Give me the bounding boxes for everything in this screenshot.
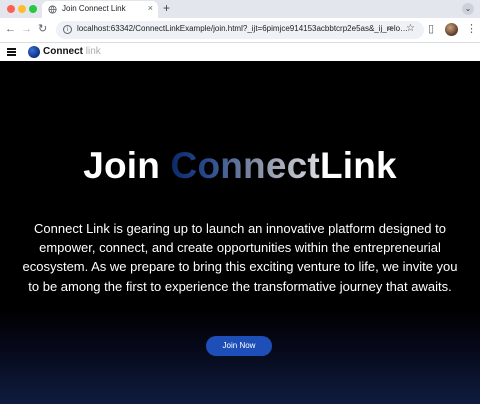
- page-title: Join ConnectLink: [0, 145, 480, 187]
- title-tail: Link: [319, 145, 397, 186]
- new-tab-button[interactable]: +: [163, 1, 170, 15]
- reload-icon[interactable]: ↻: [38, 22, 47, 36]
- logo-secondary-text: link: [85, 46, 101, 57]
- star-icon[interactable]: ☆: [406, 23, 415, 34]
- browser-toolbar: ← → ↻ i localhost:63342/ConnectLinkExamp…: [0, 18, 480, 42]
- browser-tab[interactable]: Join Connect Link ×: [42, 1, 158, 18]
- browser-tab-strip: Join Connect Link × + ⌄: [0, 0, 480, 18]
- profile-avatar[interactable]: [445, 23, 458, 36]
- minimize-window-button[interactable]: [18, 5, 26, 13]
- url-text[interactable]: localhost:63342/ConnectLinkExample/join.…: [77, 24, 408, 33]
- hamburger-menu-icon[interactable]: [7, 48, 16, 56]
- forward-icon[interactable]: →: [21, 22, 32, 36]
- zoom-icon[interactable]: ⌕: [387, 23, 393, 34]
- hero-description: Connect Link is gearing up to launch an …: [22, 221, 458, 294]
- site-logo[interactable]: Connect link: [43, 46, 101, 57]
- info-icon[interactable]: i: [63, 25, 72, 34]
- title-accent: Connect: [170, 145, 320, 186]
- address-bar[interactable]: i localhost:63342/ConnectLinkExample/joi…: [56, 21, 424, 39]
- site-navbar: Connect link: [0, 42, 480, 61]
- tab-close-icon[interactable]: ×: [148, 3, 153, 13]
- join-now-button[interactable]: Join Now: [206, 336, 272, 356]
- chevron-down-icon[interactable]: ⌄: [462, 3, 474, 15]
- maximize-window-button[interactable]: [29, 5, 37, 13]
- tab-title: Join Connect Link: [62, 4, 126, 13]
- sidebar-icon[interactable]: ▯: [428, 22, 434, 36]
- kebab-menu-icon[interactable]: ⋮: [466, 22, 477, 36]
- logo-icon[interactable]: [28, 46, 40, 58]
- close-window-button[interactable]: [7, 5, 15, 13]
- hero-section: Join ConnectLink Connect Link is gearing…: [0, 61, 480, 404]
- back-icon[interactable]: ←: [5, 22, 16, 36]
- globe-icon: [48, 5, 57, 14]
- logo-primary-text: Connect: [43, 46, 83, 57]
- title-lead: Join: [83, 145, 171, 186]
